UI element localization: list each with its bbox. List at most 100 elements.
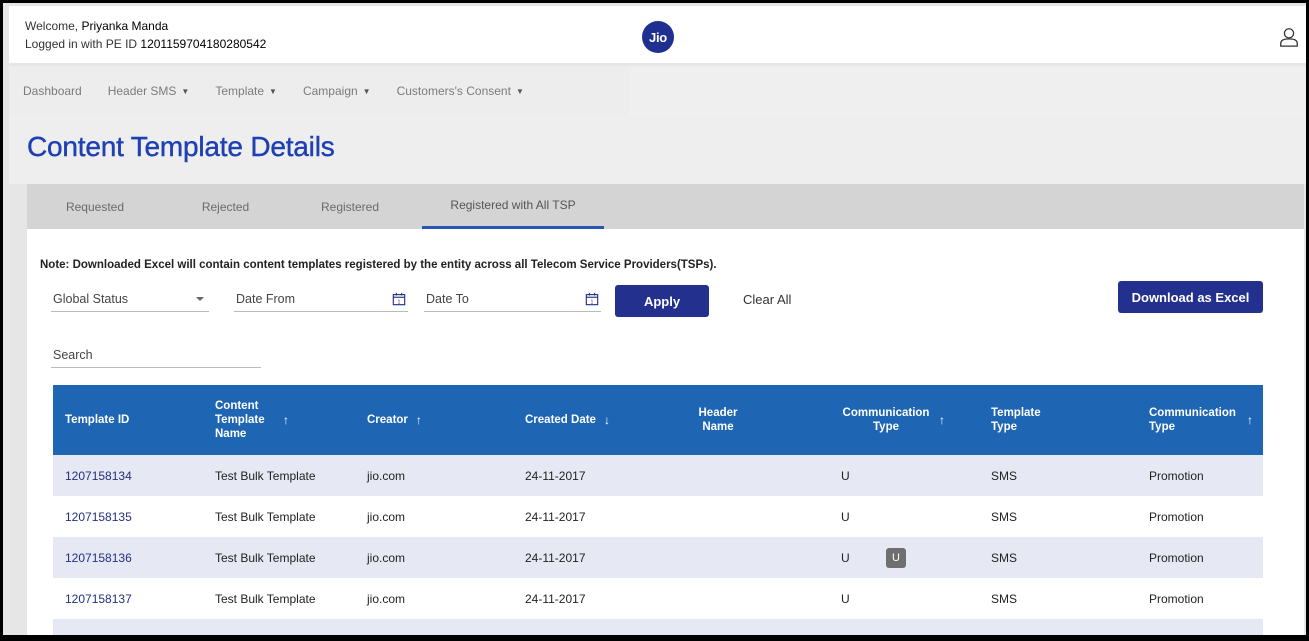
nav-item-customers-s-consent[interactable]: Customers's Consent ▼ — [397, 84, 524, 98]
nav-item-header-sms[interactable]: Header SMS ▼ — [108, 84, 190, 98]
chevron-down-icon: ▼ — [362, 86, 371, 96]
cell-template-id[interactable]: 1207158134 — [53, 469, 201, 483]
cell-creator: jio.com — [351, 469, 511, 483]
cell-text: 1207158136 — [65, 550, 132, 565]
user-icon[interactable] — [1278, 26, 1300, 48]
tooltip-badge: U — [886, 547, 906, 568]
cell-creator: jio.com — [351, 510, 511, 524]
status-tabs: Requested Rejected Registered Registered wi… — [27, 184, 1304, 229]
nav-item-dashboard[interactable]: Dashboard — [23, 84, 82, 98]
column-header-label: Template Type — [991, 407, 1041, 433]
page-title: Content Template Details — [27, 131, 335, 162]
cell-template-id[interactable]: 1207158136 — [53, 551, 201, 565]
main-nav: Dashboard Header SMS ▼ Template ▼ Campaign ▼ Cu… — [9, 66, 1306, 116]
sort-asc-icon[interactable]: ↑ — [939, 413, 945, 427]
column-header-communication-type[interactable]: Communication Type ↑ — [1139, 406, 1263, 434]
column-header-label: Communication Type — [1149, 407, 1236, 433]
column-header-label: Template ID — [65, 414, 130, 426]
top-header: Welcome, Priyanka Manda Logged in with P… — [9, 6, 1306, 63]
tab-rejected[interactable]: Rejected — [163, 184, 288, 229]
cell-text: SMS — [991, 591, 1018, 606]
date-from-label: Date From — [236, 291, 296, 306]
cell-text: SMS — [991, 468, 1018, 483]
table-body: 1207158134 Test Bulk Template jio.com 24-11… — [53, 455, 1263, 641]
nav-item-campaign[interactable]: Campaign ▼ — [303, 84, 371, 98]
global-status-label: Global Status — [53, 291, 129, 306]
column-header-label: Content Template Name — [215, 400, 265, 440]
sort-asc-icon[interactable]: ↑ — [416, 413, 422, 427]
nav-item-template[interactable]: Template ▼ — [215, 84, 277, 98]
cell-template-id[interactable]: 1207158137 — [53, 592, 201, 606]
tab-requested[interactable]: Requested — [27, 184, 163, 229]
column-header-label: Creator — [367, 414, 408, 426]
cell-template-type: SMS — [979, 469, 1139, 483]
cell-communication-type: U — [831, 469, 979, 483]
cell-text: Test Bulk Template — [215, 591, 316, 606]
login-prefix: Logged in with PE ID — [25, 37, 141, 51]
cell-text: 1207158137 — [65, 591, 132, 606]
cell-created-date: 24-11-2017 — [511, 592, 671, 606]
welcome-block: Welcome, Priyanka Manda Logged in with P… — [25, 17, 266, 53]
calendar-icon[interactable]: 1 — [585, 292, 599, 306]
app-frame: Welcome, Priyanka Manda Logged in with P… — [0, 0, 1309, 641]
nav-item-label: Dashboard — [23, 84, 82, 98]
table-header: Template ID Content Template Name ↑ Creator… — [53, 385, 1263, 455]
sort-asc-icon[interactable]: ↑ — [1247, 413, 1253, 427]
cell-text: Promotion — [1149, 468, 1204, 483]
download-excel-button[interactable]: Download as Excel — [1118, 281, 1263, 313]
clear-all-button[interactable]: Clear All — [743, 292, 791, 307]
column-header-content-template-name[interactable]: Content Template Name ↑ — [201, 399, 351, 441]
nav-item-label: Customers's Consent — [396, 84, 511, 98]
cell-created-date: 24-11-2017 — [511, 551, 671, 565]
cell-template-type: SMS — [979, 510, 1139, 524]
column-header-creator[interactable]: Creator ↑ — [351, 413, 511, 427]
chevron-down-icon: ▼ — [181, 86, 190, 96]
cell-template-name: Test Bulk Template — [201, 510, 351, 524]
content-panel: Note: Downloaded Excel will contain cont… — [27, 229, 1304, 641]
cell-created-date: 24-11-2017 — [511, 469, 671, 483]
column-header-header-name: Header Name — [671, 406, 831, 434]
tab-registered[interactable]: Registered — [288, 184, 412, 229]
column-header-label: Created Date — [525, 414, 596, 426]
cell-text: Test Bulk Template — [215, 550, 316, 565]
column-header-created-date[interactable]: Created Date ↓ — [511, 413, 671, 427]
cell-template-name: Test Bulk Template — [201, 469, 351, 483]
sort-desc-icon[interactable]: ↓ — [604, 413, 610, 427]
calendar-icon[interactable]: 1 — [392, 292, 406, 306]
cell-text: Promotion — [1149, 591, 1204, 606]
cell-creator: jio.com — [351, 592, 511, 606]
date-from-field[interactable]: Date From 1 — [234, 286, 408, 312]
cell-text: Test Bulk Template — [215, 468, 316, 483]
download-note: Note: Downloaded Excel will contain cont… — [40, 259, 717, 271]
cell-text: 24-11-2017 — [525, 509, 586, 524]
apply-button[interactable]: Apply — [615, 285, 709, 317]
tab-registered-with-all-tsp[interactable]: Registered with All TSP — [422, 184, 604, 229]
cell-text: Test Bulk Template — [215, 509, 316, 524]
chevron-down-icon — [196, 296, 204, 301]
cell-communication-type-2: Promotion — [1139, 469, 1263, 483]
pe-id: 1201159704180280542 — [140, 37, 267, 51]
cell-text: Promotion — [1149, 550, 1204, 565]
cell-text: jio.com — [367, 591, 406, 606]
cell-communication-type-2: Promotion — [1139, 510, 1263, 524]
cell-text: U — [841, 468, 850, 483]
column-header-label: Communication Type — [842, 407, 930, 433]
cell-communication-type-2: Promotion — [1139, 592, 1263, 606]
cell-text: jio.com — [367, 550, 406, 565]
bottom-border — [0, 635, 1309, 641]
global-status-select[interactable]: Global Status — [51, 286, 209, 312]
cell-text: 24-11-2017 — [525, 468, 586, 483]
cell-text: U — [841, 550, 850, 565]
cell-created-date: 24-11-2017 — [511, 510, 671, 524]
cell-text: jio.com — [367, 509, 406, 524]
sort-asc-icon[interactable]: ↑ — [283, 413, 289, 427]
search-input[interactable]: Search — [51, 342, 261, 368]
date-to-field[interactable]: Date To 1 — [424, 286, 601, 312]
cell-template-id[interactable]: 1207158135 — [53, 510, 201, 524]
cell-text: 24-11-2017 — [525, 550, 586, 565]
cell-text: SMS — [991, 509, 1018, 524]
column-header-communication-type[interactable]: Communication Type ↑ — [831, 406, 979, 434]
cell-communication-type: UU — [831, 547, 979, 568]
chevron-down-icon: ▼ — [269, 86, 277, 96]
jio-logo[interactable]: Jio — [642, 21, 674, 53]
